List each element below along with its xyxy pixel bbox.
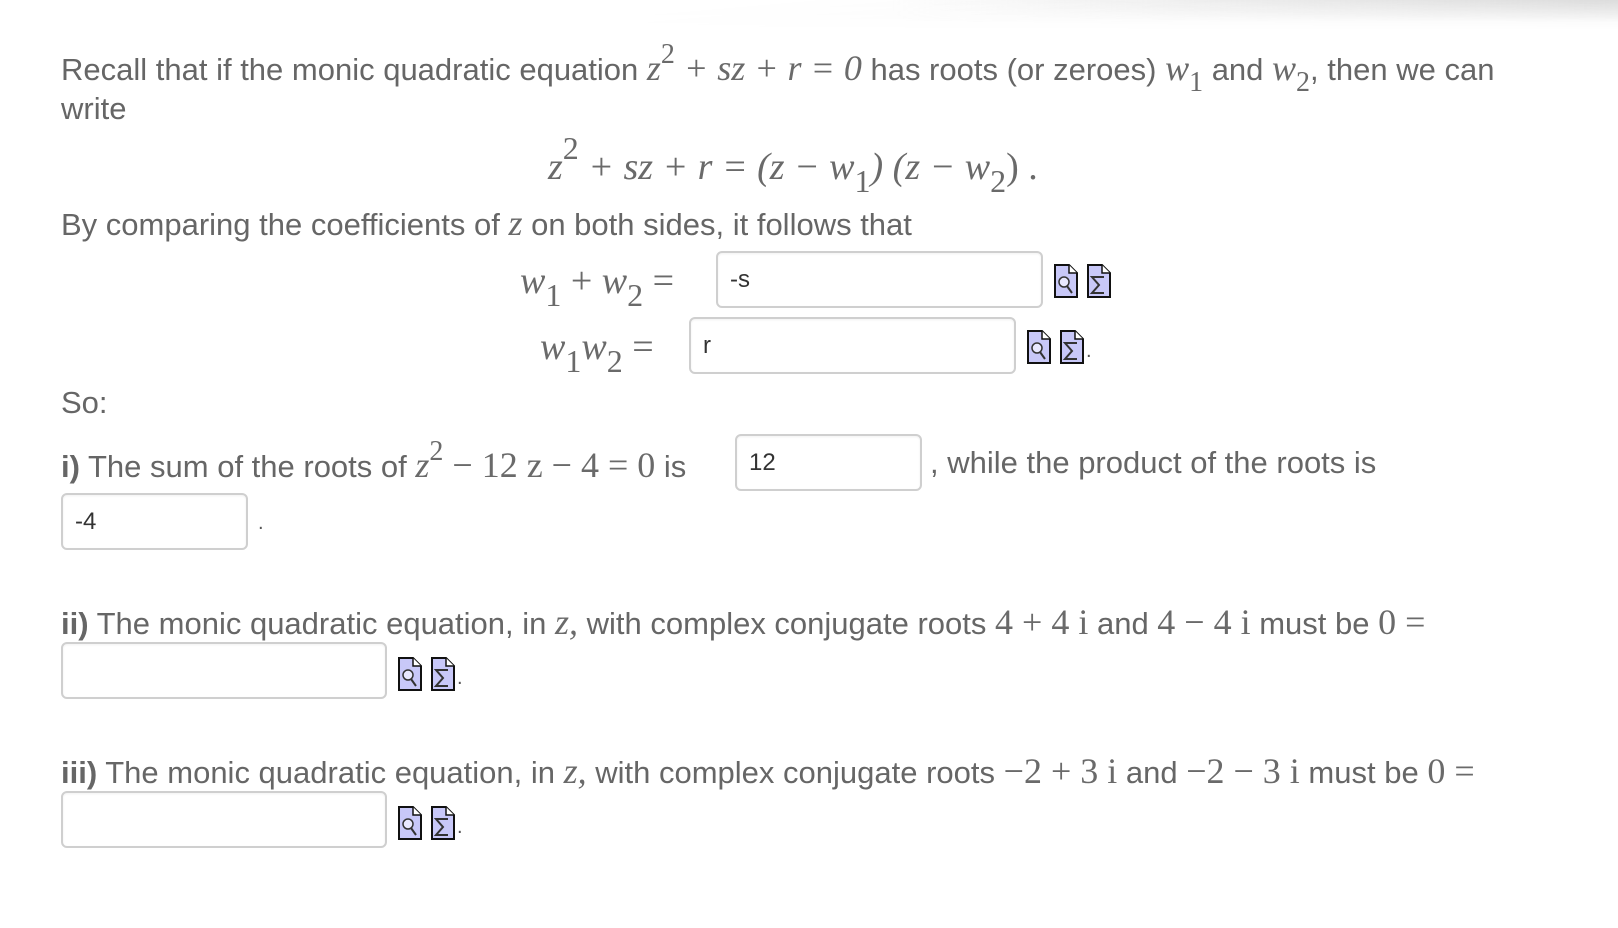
math-w: w — [520, 260, 546, 302]
math-subscript: 2 — [627, 276, 644, 313]
period: . — [457, 667, 463, 689]
part-iii-text: with complex conjugate roots — [586, 755, 1004, 790]
part-iii-line: iii) The monic quadratic equation, in z,… — [61, 753, 1475, 789]
intro-text: has roots (or zeroes) — [861, 52, 1166, 87]
intro-text: and — [1203, 52, 1273, 87]
part-i-sum-input[interactable] — [735, 434, 922, 491]
preview-answer-icon[interactable] — [398, 657, 422, 691]
math-w: w — [1165, 48, 1190, 88]
part-i-product-input[interactable] — [61, 493, 248, 550]
part-i-line: i) The sum of the roots of z2 − 12 z − 4… — [61, 437, 687, 485]
math-subscript: 2 — [606, 342, 623, 379]
part-i-text: is — [655, 449, 687, 484]
sum-equation-label: w1 + w2 = — [520, 260, 675, 311]
part-ii-text: and — [1088, 606, 1158, 641]
math-equation: − 12 z − 4 = 0 — [443, 445, 656, 485]
math-expression: ) (z − w — [870, 146, 991, 188]
math-equals: 0 = — [1378, 602, 1426, 642]
product-of-roots-input[interactable] — [689, 317, 1016, 374]
part-i-text-2: , while the product of the roots is — [930, 445, 1377, 480]
part-iii-text: The monic quadratic equation, in — [97, 755, 564, 790]
period: . — [1086, 340, 1092, 362]
math-equals: = — [643, 260, 675, 302]
period: . — [457, 816, 463, 838]
intro-text: Recall that if the monic quadratic equat… — [61, 52, 647, 87]
part-ii-text: The monic quadratic equation, in — [88, 606, 556, 641]
intro-text: , then we can — [1310, 52, 1495, 87]
part-ii-equation-input[interactable] — [61, 642, 387, 699]
math-subscript: 2 — [1296, 67, 1311, 99]
math-z: z — [646, 48, 661, 88]
math-equals: = — [622, 326, 654, 368]
part-i-text: The sum of the roots of — [79, 449, 416, 484]
part-iii-text: must be — [1299, 755, 1428, 790]
equation-editor-icon[interactable] — [1060, 330, 1084, 364]
math-w: w — [1272, 48, 1297, 88]
part-ii-text: with complex conjugate roots — [578, 606, 996, 641]
intro-text: write — [61, 91, 127, 126]
math-w: w — [601, 260, 628, 302]
part-iii-label: iii) — [61, 755, 98, 790]
equation-editor-icon[interactable] — [1087, 264, 1111, 298]
math-equals: 0 = — [1427, 751, 1475, 791]
math-subscript: 1 — [854, 162, 871, 199]
math-z: z, — [555, 602, 579, 642]
math-z: z — [508, 203, 523, 243]
equation-editor-icon[interactable] — [431, 806, 455, 840]
part-ii-line: ii) The monic quadratic equation, in z, … — [61, 604, 1425, 640]
math-z: z — [415, 445, 430, 485]
part-iii-equation-input[interactable] — [61, 791, 387, 848]
intro-line-2: write — [61, 93, 126, 124]
intro-line: Recall that if the monic quadratic equat… — [61, 40, 1495, 97]
math-subscript: 1 — [545, 276, 562, 313]
sum-of-roots-input[interactable] — [716, 251, 1043, 308]
math-equation: + sz + r = 0 — [674, 48, 862, 88]
math-expression: + sz + r = (z − w — [578, 146, 855, 188]
comparing-text: on both sides, it follows that — [522, 207, 912, 242]
math-plus: + — [561, 260, 602, 302]
math-root-1: −2 + 3 i — [1003, 751, 1118, 791]
part-ii-text: must be — [1250, 606, 1379, 641]
so-label: So: — [61, 385, 108, 420]
product-equation-label: w1w2 = — [540, 326, 654, 377]
math-subscript: 1 — [565, 342, 582, 379]
math-z: z, — [563, 751, 587, 791]
preview-answer-icon[interactable] — [398, 806, 422, 840]
math-subscript: 1 — [1189, 67, 1204, 99]
math-expression: ) . — [1006, 146, 1038, 188]
math-w: w — [540, 326, 566, 368]
math-exponent: 2 — [429, 435, 444, 467]
preview-answer-icon[interactable] — [1027, 330, 1051, 364]
part-iii-text: and — [1117, 755, 1187, 790]
comparing-text: By comparing the coefficients of — [61, 207, 509, 242]
preview-answer-icon[interactable] — [1054, 264, 1078, 298]
equation-editor-icon[interactable] — [431, 657, 455, 691]
period: . — [258, 512, 264, 534]
math-root-2: −2 − 3 i — [1186, 751, 1300, 791]
part-i-label: i) — [61, 449, 80, 484]
part-ii-label: ii) — [61, 606, 89, 641]
math-z: z — [548, 146, 563, 188]
math-root-1: 4 + 4 i — [995, 602, 1089, 642]
math-root-2: 4 − 4 i — [1157, 602, 1251, 642]
comparing-line: By comparing the coefficients of z on bo… — [61, 205, 912, 241]
math-exponent: 2 — [660, 38, 675, 70]
math-subscript: 2 — [990, 162, 1007, 199]
math-exponent: 2 — [562, 130, 579, 167]
math-w: w — [581, 326, 607, 368]
top-shadow-right — [0, 0, 1618, 22]
display-equation: z2 + sz + r = (z − w1) (z − w2) . — [548, 132, 1038, 196]
